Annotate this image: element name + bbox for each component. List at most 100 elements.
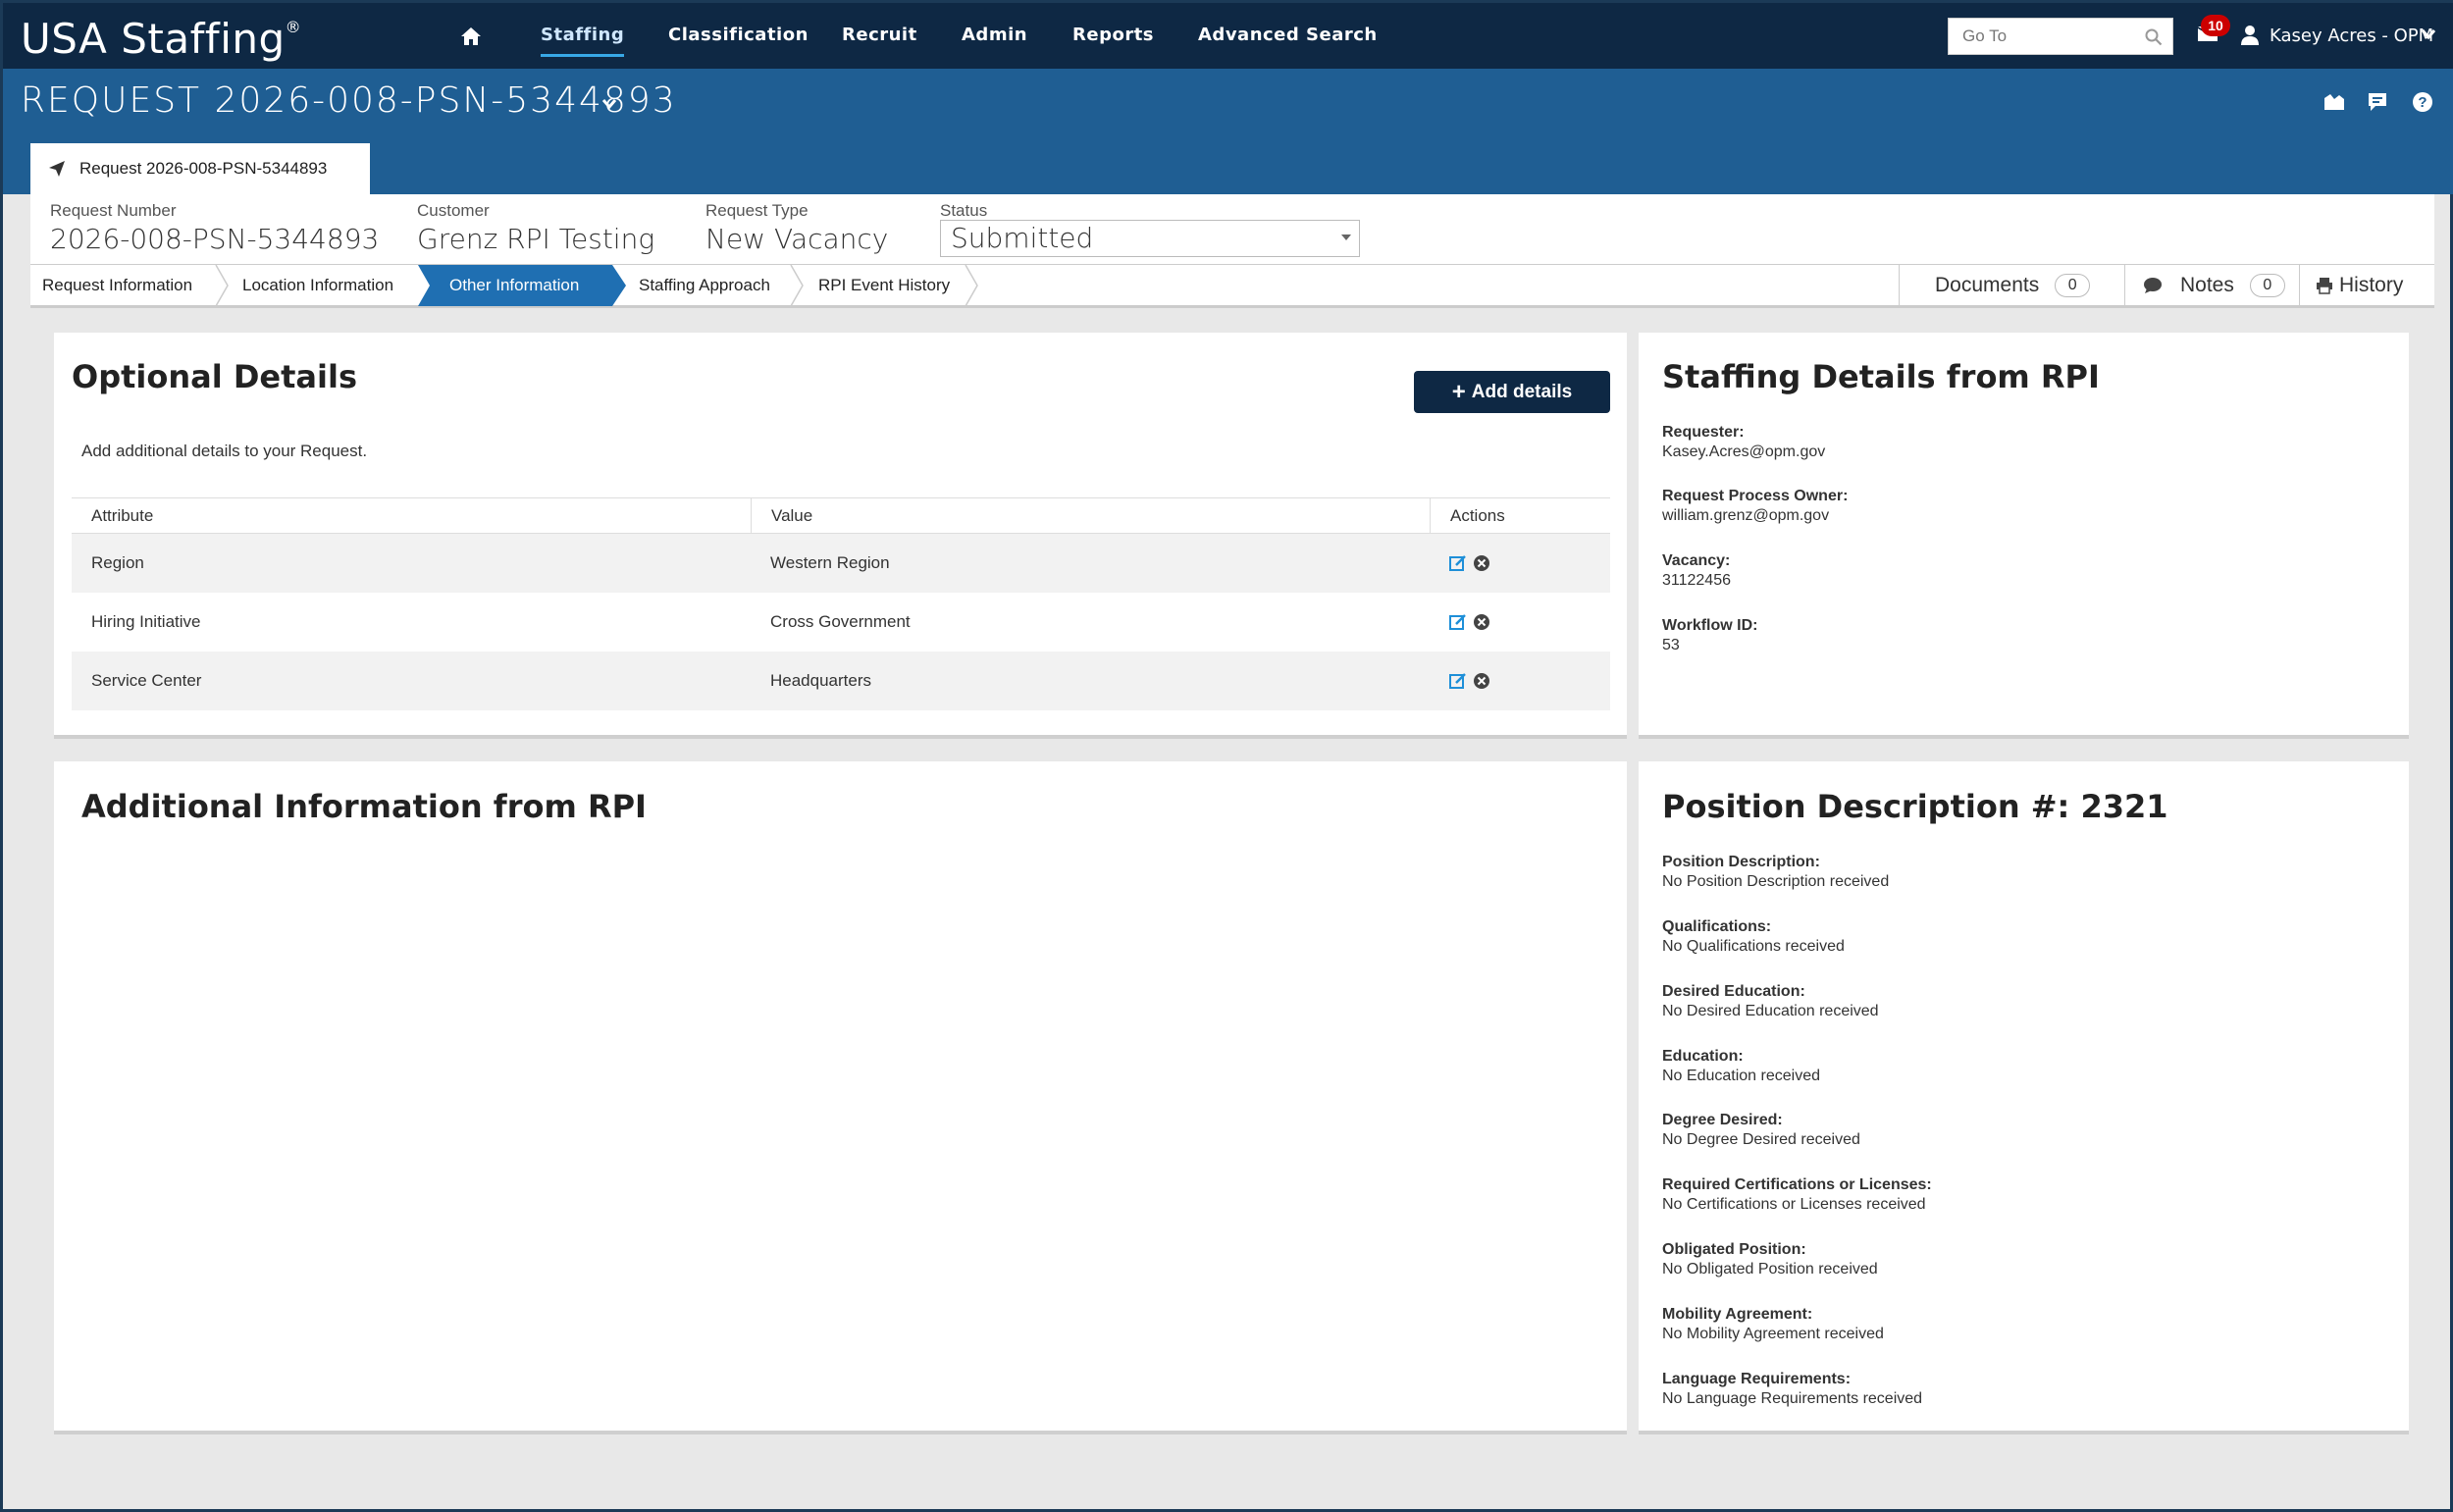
section-tabs: Request Information Location Information…: [30, 265, 2434, 308]
pd-field: Position Description: No Position Descrip…: [1662, 853, 1889, 892]
attribute-cell: Region: [91, 553, 144, 572]
chat-icon[interactable]: [2366, 90, 2389, 114]
goto-search-box: [1948, 18, 2173, 55]
edit-icon[interactable]: [1449, 672, 1467, 690]
user-icon[interactable]: [2240, 25, 2260, 46]
field-value: No Mobility Agreement received: [1662, 1326, 1884, 1342]
field-label: Education:: [1662, 1048, 1744, 1065]
add-details-button[interactable]: + Add details: [1414, 371, 1610, 413]
nav-classification[interactable]: Classification: [668, 25, 809, 45]
pd-field: Language Requirements: No Language Requir…: [1662, 1370, 1922, 1409]
help-icon[interactable]: ?: [2411, 90, 2434, 114]
home-icon[interactable]: [460, 26, 482, 46]
chevron-right-icon: [215, 265, 229, 306]
field-label: Required Certifications or Licenses:: [1662, 1176, 1932, 1193]
goto-input[interactable]: [1949, 19, 2135, 54]
delete-icon[interactable]: [1473, 672, 1490, 690]
additional-info-panel: Additional Information from RPI: [54, 761, 1627, 1434]
edit-icon[interactable]: [1449, 613, 1467, 631]
search-icon[interactable]: [2145, 28, 2163, 46]
field-label: Mobility Agreement:: [1662, 1306, 1813, 1323]
tab-other-information[interactable]: Other Information: [449, 265, 579, 306]
pd-field: Degree Desired: No Degree Desired receive…: [1662, 1111, 1860, 1150]
request-number-value: 2026-008-PSN-5344893: [50, 223, 380, 255]
nav-recruit[interactable]: Recruit: [842, 25, 917, 45]
request-number-label: Request Number: [50, 201, 177, 220]
status-select[interactable]: Submitted: [940, 220, 1360, 257]
brand-logo[interactable]: USA Staffing®: [21, 15, 301, 63]
column-header-value: Value: [751, 497, 812, 534]
column-header-actions: Actions: [1430, 497, 1505, 534]
tab-staffing-approach[interactable]: Staffing Approach: [639, 265, 770, 306]
customer-field: Customer Grenz RPI Testing: [417, 201, 654, 255]
requester-field: Requester: Kasey.Acres@opm.gov: [1662, 423, 1825, 462]
field-label: Vacancy:: [1662, 552, 1731, 569]
field-label: Workflow ID:: [1662, 617, 1758, 634]
inbox-icon[interactable]: [2323, 90, 2346, 114]
field-label: Desired Education:: [1662, 983, 1805, 1000]
request-number-field: Request Number 2026-008-PSN-5344893: [50, 201, 379, 255]
plus-icon: +: [1451, 378, 1466, 405]
nav-reports[interactable]: Reports: [1072, 25, 1154, 45]
attribute-cell: Service Center: [91, 671, 202, 690]
staffing-details-title: Staffing Details from RPI: [1662, 358, 2100, 395]
field-value: Kasey.Acres@opm.gov: [1662, 443, 1826, 460]
history-button[interactable]: History: [2299, 265, 2434, 306]
chevron-right-icon: [790, 265, 804, 306]
notes-button[interactable]: Notes 0: [2124, 265, 2299, 306]
paper-plane-icon: [49, 161, 65, 177]
field-value: No Education received: [1662, 1068, 1820, 1084]
field-value: No Position Description received: [1662, 873, 1890, 890]
caret-down-icon: [1341, 235, 1351, 240]
page-title: REQUEST 2026-008-PSN-5344893: [21, 80, 677, 121]
tab-request-information[interactable]: Request Information: [42, 265, 192, 306]
actions-cell: [1430, 672, 1490, 690]
optional-details-title: Optional Details: [72, 358, 357, 395]
status-field: Status: [940, 201, 987, 221]
field-value: No Language Requirements received: [1662, 1390, 1923, 1407]
vacancy-field: Vacancy: 31122456: [1662, 551, 1731, 591]
documents-button[interactable]: Documents 0: [1899, 265, 2091, 306]
request-tab[interactable]: Request 2026-008-PSN-5344893: [30, 143, 370, 194]
field-label: Language Requirements:: [1662, 1371, 1852, 1387]
actions-cell: [1430, 554, 1490, 572]
field-value: No Desired Education received: [1662, 1003, 1879, 1019]
attribute-cell: Hiring Initiative: [91, 612, 201, 631]
nav-admin[interactable]: Admin: [962, 25, 1027, 45]
request-header: REQUEST 2026-008-PSN-5344893 ? Request 2…: [3, 69, 2453, 194]
delete-icon[interactable]: [1473, 613, 1490, 631]
chevron-down-icon[interactable]: [2421, 28, 2436, 40]
svg-text:?: ?: [2418, 94, 2427, 111]
field-label: Qualifications:: [1662, 918, 1772, 935]
add-details-label: Add details: [1471, 381, 1573, 402]
tab-location-information[interactable]: Location Information: [242, 265, 393, 306]
notes-count: 0: [2249, 274, 2285, 297]
pd-field: Education: No Education received: [1662, 1047, 1820, 1086]
user-menu-label[interactable]: Kasey Acres - OPM: [2270, 26, 2433, 46]
field-label: Degree Desired:: [1662, 1112, 1783, 1128]
edit-icon[interactable]: [1449, 554, 1467, 572]
documents-label: Documents: [1935, 274, 2040, 296]
nav-staffing[interactable]: Staffing: [541, 25, 625, 57]
tab-rpi-event-history[interactable]: RPI Event History: [818, 265, 950, 306]
table-row: Service Center Headquarters: [72, 652, 1610, 710]
additional-info-title: Additional Information from RPI: [81, 788, 647, 825]
customer-label: Customer: [417, 201, 490, 220]
pd-field: Desired Education: No Desired Education r…: [1662, 982, 1879, 1021]
field-label: Requester:: [1662, 424, 1745, 441]
pd-field: Obligated Position: No Obligated Position…: [1662, 1240, 1878, 1279]
table-header-row: Attribute Value Actions: [72, 497, 1610, 534]
app-frame: USA Staffing® Staffing Classification Re…: [0, 0, 2453, 1512]
field-value: 31122456: [1662, 572, 1731, 589]
value-cell: Western Region: [770, 553, 890, 572]
customer-value: Grenz RPI Testing: [417, 223, 655, 255]
chevron-right-icon: [965, 265, 978, 306]
chevron-down-icon[interactable]: [601, 98, 617, 110]
status-value: Submitted: [951, 222, 1094, 254]
request-summary: Request Number 2026-008-PSN-5344893 Cust…: [30, 194, 2434, 265]
field-label: Request Process Owner:: [1662, 488, 1849, 504]
delete-icon[interactable]: [1473, 554, 1490, 572]
field-value: No Qualifications received: [1662, 938, 1845, 955]
field-value: No Obligated Position received: [1662, 1261, 1878, 1277]
nav-advanced-search[interactable]: Advanced Search: [1198, 25, 1378, 45]
